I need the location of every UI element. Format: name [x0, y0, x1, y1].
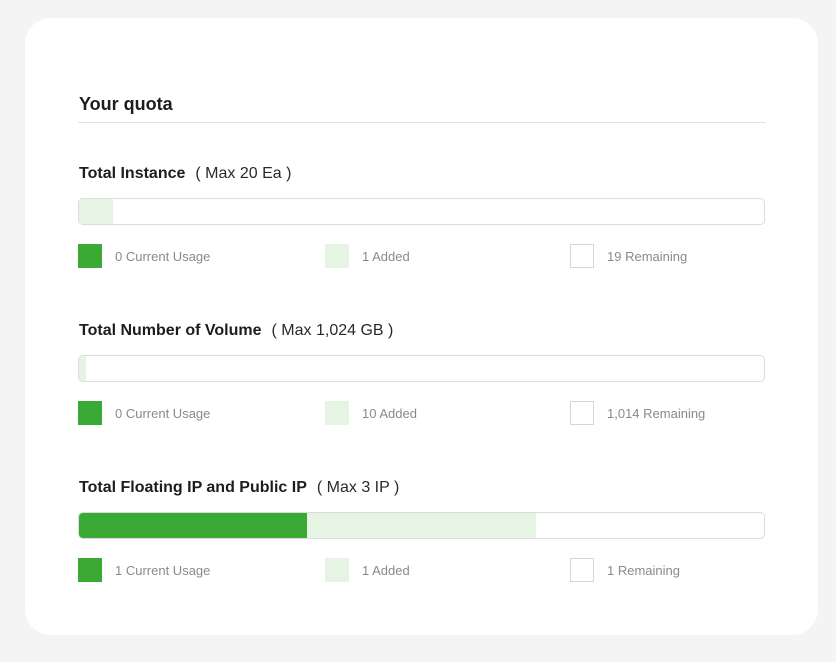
usage-swatch	[78, 401, 102, 425]
legend-added: 10 Added	[325, 401, 417, 425]
section-title-label: Total Instance	[79, 165, 186, 182]
remaining-swatch	[570, 401, 594, 425]
added-swatch	[325, 244, 349, 268]
legend-added: 1 Added	[325, 558, 410, 582]
legend-remaining-label: 1 Remaining	[607, 562, 680, 578]
quota-section-instance: Total Instance ( Max 20 Ea ) 0 Current Us…	[78, 164, 766, 294]
added-swatch	[325, 401, 349, 425]
quota-card: Your quota Total Instance ( Max 20 Ea ) 0…	[25, 18, 818, 635]
quota-legend: 1 Current Usage 1 Added 1 Remaining	[78, 558, 765, 582]
section-max-label: ( Max 3 IP )	[316, 479, 400, 496]
legend-added-label: 1 Added	[362, 562, 410, 578]
added-swatch	[325, 558, 349, 582]
title-divider	[78, 122, 766, 123]
legend-added: 1 Added	[325, 244, 410, 268]
legend-remaining-label: 1,014 Remaining	[607, 405, 706, 421]
usage-segment	[79, 513, 308, 538]
card-title: Your quota	[79, 94, 173, 114]
legend-remaining: 1,014 Remaining	[570, 401, 705, 425]
quota-legend: 0 Current Usage 10 Added 1,014 Remaining	[78, 401, 765, 425]
legend-remaining: 19 Remaining	[570, 244, 687, 268]
legend-current-usage: 1 Current Usage	[78, 558, 210, 582]
remaining-swatch	[570, 558, 594, 582]
section-title-label: Total Floating IP and Public IP	[79, 479, 307, 496]
legend-remaining-label: 19 Remaining	[607, 248, 688, 264]
section-max-label: ( Max 1,024 GB )	[271, 322, 394, 339]
section-title: Total Floating IP and Public IP ( Max 3 I…	[79, 478, 399, 498]
legend-current-usage-label: 1 Current Usage	[115, 562, 211, 578]
section-max-label: ( Max 20 Ea )	[195, 165, 292, 182]
section-title: Total Instance ( Max 20 Ea )	[79, 164, 291, 184]
legend-added-label: 10 Added	[362, 405, 417, 421]
legend-current-usage: 0 Current Usage	[78, 401, 210, 425]
legend-added-label: 1 Added	[362, 248, 410, 264]
usage-swatch	[78, 244, 102, 268]
legend-remaining: 1 Remaining	[570, 558, 680, 582]
legend-current-usage-label: 0 Current Usage	[115, 405, 211, 421]
quota-progress-bar	[78, 198, 765, 225]
legend-current-usage: 0 Current Usage	[78, 244, 210, 268]
quota-progress-bar	[78, 355, 765, 382]
usage-swatch	[78, 558, 102, 582]
remaining-swatch	[570, 244, 594, 268]
legend-current-usage-label: 0 Current Usage	[115, 248, 211, 264]
added-segment	[79, 356, 86, 381]
quota-section-floating-ip: Total Floating IP and Public IP ( Max 3 I…	[78, 478, 766, 608]
added-segment	[307, 513, 536, 538]
section-title: Total Number of Volume ( Max 1,024 GB )	[79, 321, 393, 341]
quota-legend: 0 Current Usage 1 Added 19 Remaining	[78, 244, 765, 268]
section-title-label: Total Number of Volume	[79, 322, 262, 339]
added-segment	[79, 199, 114, 224]
quota-section-volume: Total Number of Volume ( Max 1,024 GB ) 0…	[78, 321, 766, 451]
quota-progress-bar	[78, 512, 765, 539]
